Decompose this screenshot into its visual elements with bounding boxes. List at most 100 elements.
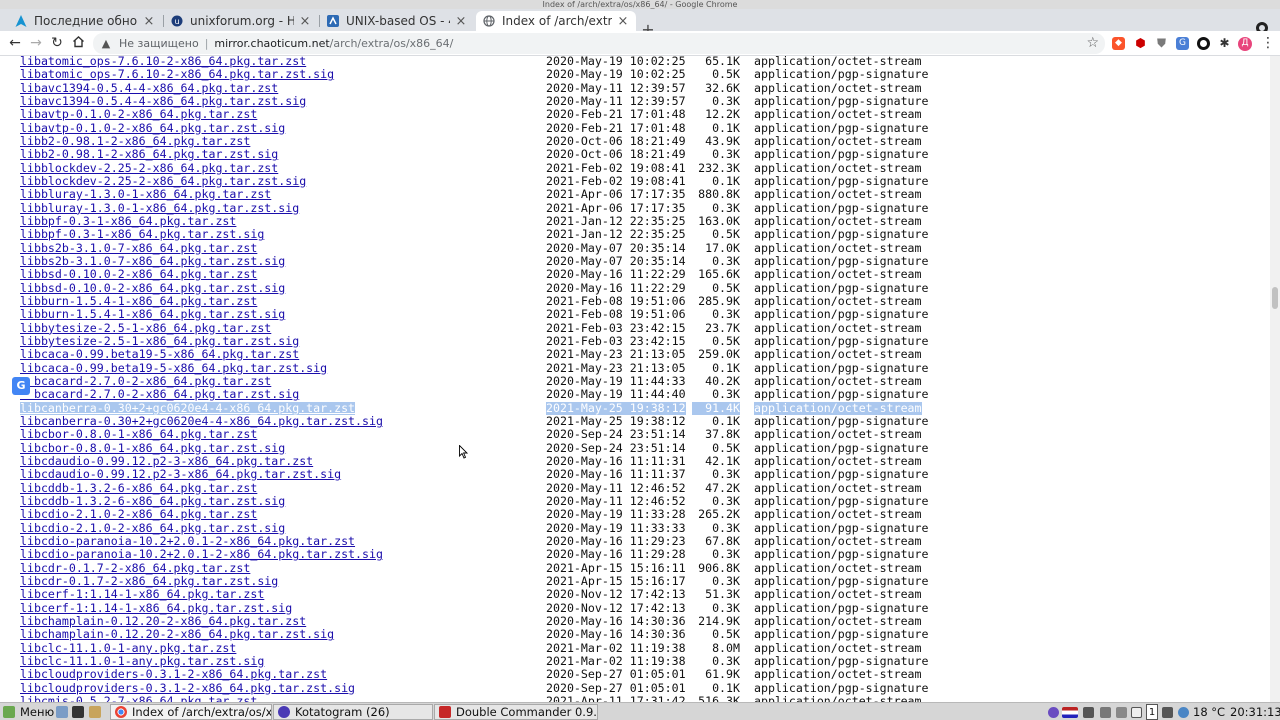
file-link[interactable]: libchamplain-0.12.20-2-x86_64.pkg.tar.zs…	[20, 627, 334, 641]
close-icon[interactable]: ×	[142, 14, 156, 29]
weather-icon[interactable]	[1178, 707, 1189, 718]
tray-app-icon[interactable]	[1048, 707, 1059, 718]
file-link[interactable]: libcdaudio-0.99.12.p2-3-x86_64.pkg.tar.z…	[20, 467, 341, 481]
file-date: 2020-May-19 11:44:33	[546, 373, 686, 388]
file-link[interactable]: libcaca-0.99.beta19-5-x86_64.pkg.tar.zst…	[20, 361, 327, 375]
google-translate-icon[interactable]: G	[12, 377, 30, 395]
clock[interactable]: 20:31:13	[1230, 704, 1280, 720]
terminal-launcher-icon[interactable]	[72, 704, 84, 720]
file-link[interactable]: libcddb-1.3.2-6-x86_64.pkg.tar.zst	[20, 481, 257, 495]
file-link[interactable]: libavc1394-0.5.4-4-x86_64.pkg.tar.zst	[20, 81, 278, 95]
listing-row: libavc1394-0.5.4-4-x86_64.pkg.tar.zst.si…	[0, 93, 1270, 108]
back-icon[interactable]: ←	[7, 35, 23, 51]
file-link[interactable]: libburn-1.5.4-1-x86_64.pkg.tar.zst.sig	[20, 307, 285, 321]
file-link[interactable]: libbytesize-2.5-1-x86_64.pkg.tar.zst.sig	[20, 334, 299, 348]
file-link[interactable]: libbs2b-3.1.0-7-x86_64.pkg.tar.zst	[20, 241, 257, 255]
file-link[interactable]: libclc-11.1.0-1-any.pkg.tar.zst	[20, 641, 236, 655]
file-link[interactable]: libblockdev-2.25-2-x86_64.pkg.tar.zst.si…	[20, 174, 306, 188]
file-link[interactable]: libavtp-0.1.0-2-x86_64.pkg.tar.zst	[20, 107, 257, 121]
file-link[interactable]: libbs2b-3.1.0-7-x86_64.pkg.tar.zst.sig	[20, 254, 285, 268]
file-size: 42.1K	[705, 453, 740, 468]
file-link[interactable]: libbluray-1.3.0-1-x86_64.pkg.tar.zst	[20, 187, 271, 201]
file-link[interactable]: libbsd-0.10.0-2-x86_64.pkg.tar.zst.sig	[20, 281, 285, 295]
circle-ext-icon[interactable]	[1197, 37, 1210, 50]
file-size: 0.3K	[712, 387, 740, 402]
us-flag-icon[interactable]	[1062, 707, 1078, 718]
file-link[interactable]: libcdio-2.1.0-2-x86_64.pkg.tar.zst.sig	[20, 521, 285, 535]
file-link[interactable]: bcacard-2.7.0-2-x86_64.pkg.tar.zst.sig	[20, 387, 299, 401]
file-type: application/octet-stream	[754, 587, 922, 602]
workspace-1-icon[interactable]	[1131, 707, 1142, 718]
file-link[interactable]: libcloudproviders-0.3.1-2-x86_64.pkg.tar…	[20, 667, 327, 681]
show-desktop-icon[interactable]	[56, 704, 68, 720]
file-link[interactable]: libcerf-1:1.14-1-x86_64.pkg.tar.zst.sig	[20, 601, 292, 615]
file-link[interactable]: libcdr-0.1.7-2-x86_64.pkg.tar.zst.sig	[20, 574, 278, 588]
file-link[interactable]: libcbor-0.8.0-1-x86_64.pkg.tar.zst.sig	[20, 441, 285, 455]
shield-icon[interactable]: ⛊	[1155, 37, 1168, 50]
start-menu-button[interactable]: Меню	[3, 704, 54, 720]
address-bar[interactable]: ▲ Не защищено | mirror.chaoticum.net/arc…	[93, 33, 1105, 54]
close-icon[interactable]: ×	[298, 14, 312, 29]
scrollbar-thumb[interactable]	[1272, 287, 1278, 309]
close-icon[interactable]: ×	[616, 14, 630, 29]
file-size: 91.4K	[692, 401, 740, 415]
file-link[interactable]: libb2-0.98.1-2-x86_64.pkg.tar.zst.sig	[20, 147, 278, 161]
file-link[interactable]: libcmis-0.5.2-7-x86_64.pkg.tar.zst	[20, 694, 257, 702]
file-link[interactable]: libblockdev-2.25-2-x86_64.pkg.tar.zst	[20, 161, 278, 175]
task-chrome[interactable]: Index of /arch/extra/os/x...	[110, 704, 272, 720]
file-date: 2020-May-19 10:02:25	[546, 67, 686, 82]
bookmark-star-icon[interactable]: ☆	[1086, 35, 1099, 51]
menu-kebab-icon[interactable]: ⋮	[1260, 35, 1276, 51]
file-link[interactable]: libcdio-paranoia-10.2+2.0.1-2-x86_64.pkg…	[20, 547, 383, 561]
tab-index-of[interactable]: Index of /arch/extra/o ×	[476, 11, 636, 31]
tab-unixforum[interactable]: u unixforum.org - Новы ×	[164, 11, 318, 31]
file-link[interactable]: libcerf-1:1.14-1-x86_64.pkg.tar.zst	[20, 587, 264, 601]
file-link[interactable]: libburn-1.5.4-1-x86_64.pkg.tar.zst	[20, 294, 257, 308]
file-link[interactable]: libclc-11.1.0-1-any.pkg.tar.zst.sig	[20, 654, 264, 668]
file-link[interactable]: libatomic_ops-7.6.10-2-x86_64.pkg.tar.zs…	[20, 67, 334, 81]
file-link[interactable]: libcddb-1.3.2-6-x86_64.pkg.tar.zst.sig	[20, 494, 285, 508]
home-icon[interactable]	[70, 35, 86, 51]
workspace-switcher-icon[interactable]	[1162, 707, 1173, 718]
file-link[interactable]: libcloudproviders-0.3.1-2-x86_64.pkg.tar…	[20, 681, 355, 695]
ublock-icon[interactable]: ⬢	[1134, 37, 1147, 50]
file-link[interactable]: libbsd-0.10.0-2-x86_64.pkg.tar.zst	[20, 267, 257, 281]
file-link[interactable]: libcanberra-0.30+2+gc0620e4-4-x86_64.pkg…	[20, 414, 383, 428]
file-link[interactable]: bcacard-2.7.0-2-x86_64.pkg.tar.zst	[20, 374, 271, 388]
file-link[interactable]: libcanberra-0.30+2+gc0620e4-4-x86_64.pkg…	[20, 401, 356, 415]
file-link[interactable]: libavtp-0.1.0-2-x86_64.pkg.tar.zst.sig	[20, 121, 285, 135]
task-kotatogram[interactable]: Kotatogram (26)	[273, 704, 433, 720]
profile-avatar[interactable]: Д	[1238, 37, 1252, 51]
file-link[interactable]: libcaca-0.99.beta19-5-x86_64.pkg.tar.zst	[20, 347, 299, 361]
file-link[interactable]: libchamplain-0.12.20-2-x86_64.pkg.tar.zs…	[20, 614, 306, 628]
network-icon[interactable]	[1083, 707, 1094, 718]
files-launcher-icon[interactable]	[89, 704, 101, 720]
translate-ext-icon[interactable]: G	[1176, 37, 1189, 50]
file-link[interactable]: libcdr-0.1.7-2-x86_64.pkg.tar.zst	[20, 561, 250, 575]
file-link[interactable]: libcdio-paranoia-10.2+2.0.1-2-x86_64.pkg…	[20, 534, 355, 548]
file-link[interactable]: libbluray-1.3.0-1-x86_64.pkg.tar.zst.sig	[20, 201, 299, 215]
reload-icon[interactable]: ↻	[49, 35, 65, 51]
warning-icon[interactable]: ▲	[99, 37, 113, 50]
file-link[interactable]: libcbor-0.8.0-1-x86_64.pkg.tar.zst	[20, 427, 257, 441]
file-link[interactable]: libbpf-0.3-1-x86_64.pkg.tar.zst	[20, 214, 236, 228]
keyboard-layout-indicator[interactable]: 1	[1146, 704, 1158, 720]
file-link[interactable]: libb2-0.98.1-2-x86_64.pkg.tar.zst	[20, 134, 250, 148]
battery-icon[interactable]	[1116, 707, 1127, 718]
close-icon[interactable]: ×	[454, 14, 468, 29]
volume-icon[interactable]	[1100, 707, 1111, 718]
forward-icon[interactable]: →	[28, 35, 44, 51]
file-link[interactable]: libbytesize-2.5-1-x86_64.pkg.tar.zst	[20, 321, 271, 335]
brave-shield-icon[interactable]: ◆	[1112, 37, 1125, 50]
tab-4pda[interactable]: UNIX-based OS - 4PD ×	[320, 11, 474, 31]
file-link[interactable]: libcdaudio-0.99.12.p2-3-x86_64.pkg.tar.z…	[20, 454, 313, 468]
tab-arch-updates[interactable]: Последние обновлен ×	[8, 11, 162, 31]
file-link[interactable]: libavc1394-0.5.4-4-x86_64.pkg.tar.zst.si…	[20, 94, 306, 108]
task-double-commander[interactable]: Double Commander 0.9....	[434, 704, 598, 720]
extensions-puzzle-icon[interactable]: ✱	[1218, 37, 1231, 50]
file-link[interactable]: libcdio-2.1.0-2-x86_64.pkg.tar.zst	[20, 507, 257, 521]
file-size: 0.3K	[712, 93, 740, 108]
vertical-scrollbar[interactable]	[1270, 56, 1280, 702]
file-link[interactable]: libbpf-0.3-1-x86_64.pkg.tar.zst.sig	[20, 227, 264, 241]
file-size: 0.1K	[712, 413, 740, 428]
